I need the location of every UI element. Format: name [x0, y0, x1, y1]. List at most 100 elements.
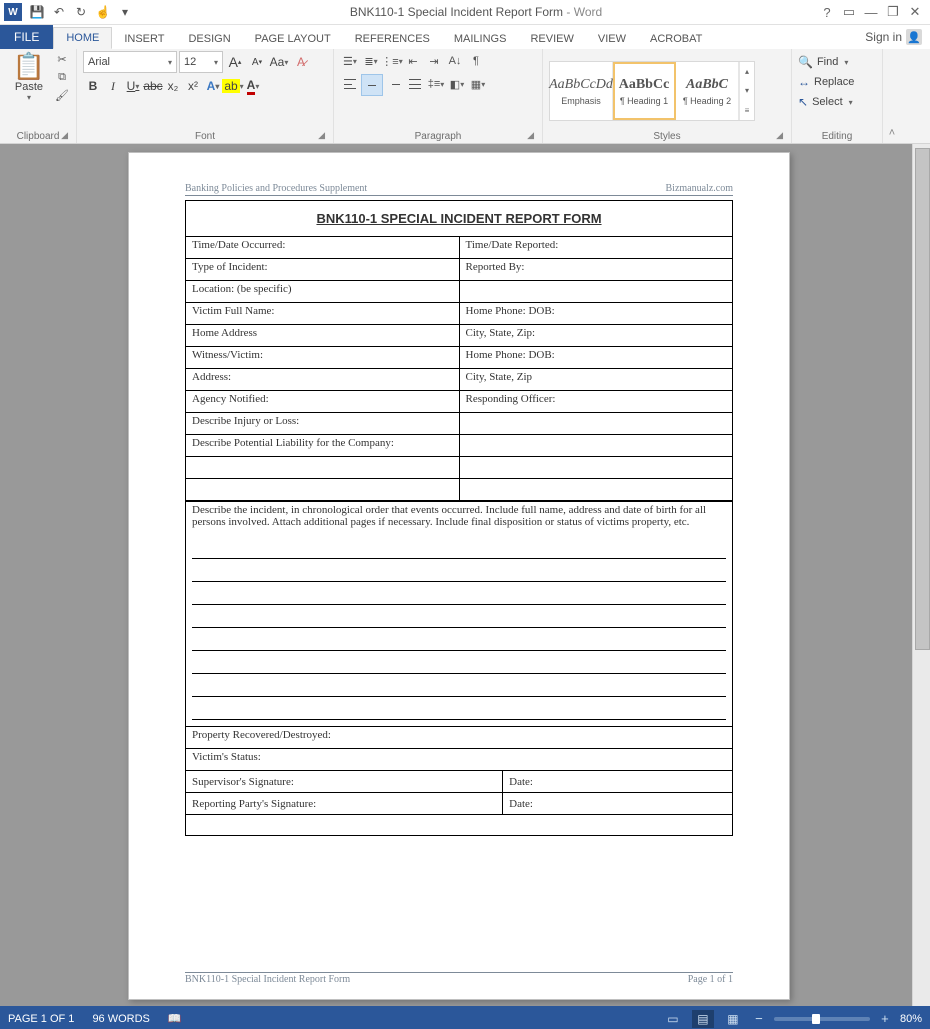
grow-font-icon[interactable]: A▴	[225, 52, 245, 72]
align-center-icon[interactable]	[361, 74, 383, 96]
tab-insert[interactable]: INSERT	[112, 29, 176, 49]
form-cell: City, State, Zip	[459, 369, 732, 391]
narrative-line	[192, 651, 726, 674]
footer-left: BNK110-1 Special Incident Report Form	[185, 974, 350, 985]
decrease-indent-icon[interactable]: ⇤	[403, 51, 423, 71]
proofing-icon[interactable]: 📖	[168, 1012, 182, 1025]
styles-gallery[interactable]: AaBbCcDd Emphasis AaBbCc ¶ Heading 1 AaB…	[549, 61, 755, 121]
subscript-button[interactable]: x₂	[163, 76, 183, 96]
numbering-icon[interactable]: ≣▾	[361, 51, 381, 71]
redo-icon[interactable]: ↻	[72, 3, 90, 21]
form-cell: Date:	[503, 793, 732, 815]
font-launcher-icon[interactable]: ◢	[318, 130, 325, 141]
font-size-combo[interactable]: 12▾	[179, 51, 223, 73]
web-layout-icon[interactable]: ▦	[722, 1010, 744, 1028]
select-button[interactable]: ↖Select▾	[798, 93, 854, 111]
restore-icon[interactable]: ❐	[882, 4, 904, 20]
find-button[interactable]: 🔍Find▾	[798, 53, 854, 71]
zoom-out-icon[interactable]: −	[752, 1011, 766, 1026]
justify-icon[interactable]	[405, 74, 425, 94]
clipboard-launcher-icon[interactable]: ◢	[61, 130, 68, 141]
cut-icon[interactable]: ✂	[54, 51, 70, 67]
show-marks-icon[interactable]: ¶	[466, 51, 486, 71]
undo-icon[interactable]: ↶	[50, 3, 68, 21]
sign-in-button[interactable]: Sign in 👤	[857, 25, 930, 49]
styles-more[interactable]: ▴▾≡	[739, 62, 754, 120]
underline-button[interactable]: U▾	[123, 76, 143, 96]
vertical-scrollbar[interactable]	[912, 144, 930, 1006]
find-label: Find	[817, 56, 838, 68]
clear-formatting-icon[interactable]: A̷	[291, 52, 311, 72]
touch-mode-icon[interactable]: ☝	[94, 3, 112, 21]
style-heading-2[interactable]: AaBbC ¶ Heading 2	[676, 62, 739, 120]
styles-launcher-icon[interactable]: ◢	[776, 130, 783, 141]
change-case-icon[interactable]: Aa▾	[269, 52, 289, 72]
paste-button[interactable]: 📋 Paste ▾	[8, 53, 50, 102]
save-icon[interactable]: 💾	[28, 3, 46, 21]
print-layout-icon[interactable]: ▤	[692, 1010, 714, 1028]
collapse-ribbon-icon[interactable]: ˄	[883, 49, 901, 143]
form-cell: Time/Date Reported:	[459, 237, 732, 259]
form-cell: Reporting Party's Signature:	[186, 793, 503, 815]
word-count[interactable]: 96 WORDS	[92, 1013, 149, 1025]
ribbon-options-icon[interactable]: ▭	[838, 4, 860, 20]
form-cell: Victim's Status:	[186, 748, 732, 770]
tab-design[interactable]: DESIGN	[176, 29, 242, 49]
tab-review[interactable]: REVIEW	[518, 29, 585, 49]
tab-page-layout[interactable]: PAGE LAYOUT	[243, 29, 343, 49]
bold-button[interactable]: B	[83, 76, 103, 96]
sort-icon[interactable]: A↓	[445, 51, 465, 71]
format-painter-icon[interactable]: 🖌	[54, 87, 70, 103]
italic-button[interactable]: I	[103, 76, 123, 96]
bullets-icon[interactable]: ☰▾	[340, 51, 360, 71]
status-bar: PAGE 1 OF 1 96 WORDS 📖 ▭ ▤ ▦ − + 80%	[0, 1006, 930, 1029]
zoom-level[interactable]: 80%	[900, 1013, 922, 1025]
align-right-icon[interactable]	[384, 74, 404, 94]
superscript-button[interactable]: x²	[183, 76, 203, 96]
form-title: BNK110-1 SPECIAL INCIDENT REPORT FORM	[186, 201, 732, 236]
avatar-icon: 👤	[906, 29, 922, 45]
replace-button[interactable]: ↔Replace	[798, 73, 854, 91]
help-icon[interactable]: ?	[816, 5, 838, 20]
tab-home[interactable]: HOME	[53, 27, 112, 49]
table-row: Home AddressCity, State, Zip:	[186, 325, 732, 347]
tab-view[interactable]: VIEW	[586, 29, 638, 49]
document-canvas: Banking Policies and Procedures Suppleme…	[0, 144, 930, 1006]
zoom-slider-thumb[interactable]	[812, 1014, 820, 1024]
form-cell: Address:	[186, 369, 459, 391]
tab-acrobat[interactable]: ACROBAT	[638, 29, 714, 49]
font-name-combo[interactable]: Arial▾	[83, 51, 177, 73]
line-spacing-icon[interactable]: ‡≡▾	[426, 74, 446, 94]
borders-icon[interactable]: ▦▾	[468, 74, 488, 94]
style-emphasis[interactable]: AaBbCcDd Emphasis	[550, 62, 613, 120]
form-cell: Home Address	[186, 325, 459, 347]
table-row: Agency Notified:Responding Officer:	[186, 391, 732, 413]
style-heading-1[interactable]: AaBbCc ¶ Heading 1	[613, 62, 676, 120]
scrollbar-thumb[interactable]	[915, 148, 930, 650]
text-effects-icon[interactable]: A▾	[203, 76, 223, 96]
increase-indent-icon[interactable]: ⇥	[424, 51, 444, 71]
paragraph-launcher-icon[interactable]: ◢	[527, 130, 534, 141]
copy-icon[interactable]: ⧉	[54, 69, 70, 85]
font-color-icon[interactable]: A▾	[243, 76, 263, 96]
shrink-font-icon[interactable]: A▾	[247, 52, 267, 72]
page-indicator[interactable]: PAGE 1 OF 1	[8, 1013, 74, 1025]
align-left-icon[interactable]	[340, 74, 360, 94]
zoom-slider[interactable]	[774, 1017, 870, 1021]
form-cell: Supervisor's Signature:	[186, 771, 503, 793]
form-box: BNK110-1 SPECIAL INCIDENT REPORT FORM Ti…	[185, 200, 733, 836]
tab-file[interactable]: FILE	[0, 25, 53, 49]
close-icon[interactable]: ✕	[904, 4, 926, 20]
page[interactable]: Banking Policies and Procedures Suppleme…	[128, 152, 790, 1000]
minimize-icon[interactable]: —	[860, 5, 882, 20]
shading-icon[interactable]: ◧▾	[447, 74, 467, 94]
multilevel-icon[interactable]: ⋮≡▾	[382, 51, 402, 71]
tab-mailings[interactable]: MAILINGS	[442, 29, 519, 49]
read-mode-icon[interactable]: ▭	[662, 1010, 684, 1028]
highlight-icon[interactable]: ab▾	[223, 76, 243, 96]
qat-customize-icon[interactable]: ▾	[116, 3, 134, 21]
strikethrough-button[interactable]: abc	[143, 76, 163, 96]
narrative-line	[192, 697, 726, 720]
zoom-in-icon[interactable]: +	[878, 1011, 892, 1026]
tab-references[interactable]: REFERENCES	[343, 29, 442, 49]
